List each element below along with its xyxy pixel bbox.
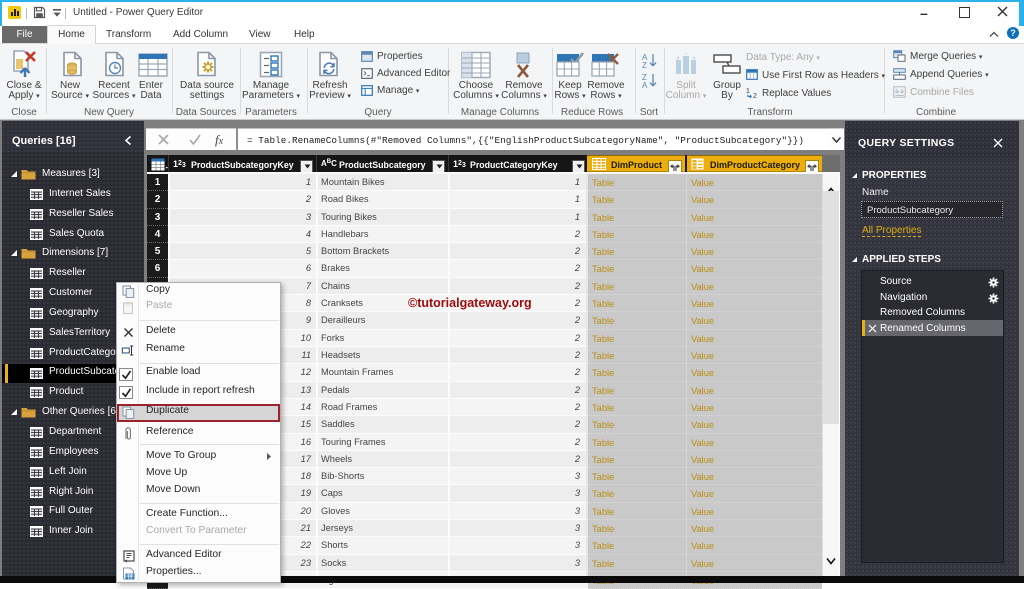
svg-text:1: 1 xyxy=(746,88,750,95)
svg-text:2: 2 xyxy=(753,93,757,99)
svg-text:A: A xyxy=(642,81,648,90)
svg-text:Z: Z xyxy=(642,61,647,70)
